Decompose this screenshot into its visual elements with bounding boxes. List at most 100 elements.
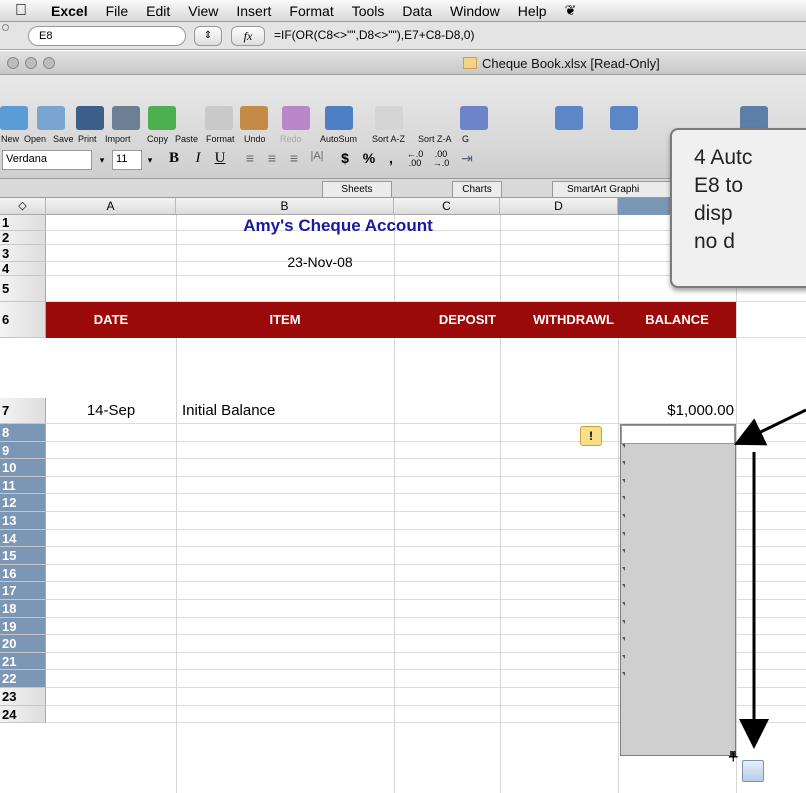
redo-icon[interactable]	[375, 106, 403, 130]
row-10-header[interactable]: 10	[0, 459, 46, 477]
menu-help[interactable]: Help	[509, 3, 556, 19]
row-18-header[interactable]: 18	[0, 600, 46, 618]
menu-view[interactable]: View	[179, 3, 227, 19]
column-a-header[interactable]: A	[46, 198, 176, 215]
tab-sheets[interactable]: Sheets	[322, 181, 392, 197]
close-button[interactable]	[7, 57, 19, 69]
menu-excel[interactable]: Excel	[42, 3, 97, 19]
cell-marker-icon	[622, 496, 625, 501]
align-center-icon[interactable]: ≡	[262, 150, 282, 170]
bold-button[interactable]: B	[164, 150, 184, 170]
format-painter-icon[interactable]	[282, 106, 310, 130]
apple-icon[interactable]: 	[0, 2, 42, 20]
toolbox-icon[interactable]	[740, 106, 768, 130]
select-all-icon[interactable]: ◇	[0, 198, 46, 215]
menu-tools[interactable]: Tools	[343, 3, 394, 19]
copy-label: Copy	[147, 134, 169, 144]
decrease-decimal-icon[interactable]: .00 →.0	[430, 150, 452, 170]
auto-fill-options-icon[interactable]	[742, 760, 764, 782]
underline-button[interactable]: U	[210, 150, 230, 170]
row-12-header[interactable]: 12	[0, 494, 46, 512]
row-5-header[interactable]: 5	[0, 276, 46, 302]
cell-marker-icon	[622, 478, 625, 483]
header-date: DATE	[93, 312, 129, 327]
row-6-header[interactable]: 6	[0, 302, 46, 338]
row-22-header[interactable]: 22	[0, 670, 46, 688]
name-box-stepper[interactable]: ⇕	[194, 26, 222, 46]
error-warning-icon[interactable]: !	[580, 426, 602, 446]
new-icon[interactable]	[0, 106, 28, 130]
minimize-button[interactable]	[25, 57, 37, 69]
cell-marker-icon	[622, 566, 625, 571]
print-label: Print	[78, 134, 97, 144]
row-4-header[interactable]: 4	[0, 262, 46, 276]
formula-input[interactable]: =IF(OR(C8<>"",D8<>""),E7+C8-D8,0)	[274, 28, 474, 42]
print-icon[interactable]	[112, 106, 140, 130]
increase-decimal-icon[interactable]: ←.0.00	[404, 150, 426, 170]
column-b-header[interactable]: B	[176, 198, 394, 215]
font-size-arrow-icon[interactable]: ▾	[144, 150, 156, 170]
zoom-button[interactable]	[43, 57, 55, 69]
cell-b7[interactable]: Initial Balance	[182, 402, 275, 419]
script-menu-icon[interactable]: ❦	[556, 2, 586, 19]
row-24-header[interactable]: 24	[0, 705, 46, 724]
row-17-header[interactable]: 17	[0, 582, 46, 600]
svg-text:+: +	[728, 747, 739, 767]
row-20-header[interactable]: 20	[0, 635, 46, 653]
cell-marker-icon	[622, 531, 625, 536]
row-1-header[interactable]: 1	[0, 215, 46, 231]
undo-icon[interactable]	[325, 106, 353, 130]
row-14-header[interactable]: 14	[0, 529, 46, 548]
row-21-header[interactable]: 21	[0, 652, 46, 671]
font-name-arrow-icon[interactable]: ▾	[96, 150, 108, 170]
align-right-icon[interactable]: ≡	[284, 150, 304, 170]
sort-za-icon[interactable]	[610, 106, 638, 130]
align-left-icon[interactable]: ≡	[240, 150, 260, 170]
name-box[interactable]: E8	[28, 26, 186, 46]
open-label: Open	[24, 134, 47, 144]
autosum-label: AutoSum	[320, 134, 358, 144]
menu-insert[interactable]: Insert	[227, 3, 280, 19]
font-size-select[interactable]: 11	[112, 150, 142, 170]
currency-button[interactable]: $	[336, 150, 354, 170]
row-7-header[interactable]: 7	[0, 398, 46, 424]
cell-a7[interactable]: 14-Sep	[46, 402, 176, 419]
column-c-header[interactable]: C	[394, 198, 500, 215]
row-9-header[interactable]: 9	[0, 441, 46, 460]
import-icon[interactable]	[148, 106, 176, 130]
row-16-header[interactable]: 16	[0, 564, 46, 583]
menu-file[interactable]: File	[97, 3, 138, 19]
indent-icon[interactable]: ⇥	[456, 150, 478, 170]
open-icon[interactable]	[37, 106, 65, 130]
resize-icon	[2, 24, 9, 31]
row-2-header[interactable]: 2	[0, 231, 46, 245]
menu-window[interactable]: Window	[441, 3, 509, 19]
row-11-header[interactable]: 11	[0, 476, 46, 495]
save-icon[interactable]	[76, 106, 104, 130]
cell-marker-icon	[622, 602, 625, 606]
row-8-header[interactable]: 8	[0, 424, 46, 442]
tab-charts[interactable]: Charts	[452, 181, 502, 197]
tab-smartart[interactable]: SmartArt Graphi	[552, 181, 672, 197]
menu-data[interactable]: Data	[393, 3, 441, 19]
paste-icon[interactable]	[240, 106, 268, 130]
row-3-header[interactable]: 3	[0, 245, 46, 262]
merge-icon[interactable]: |A|	[306, 150, 328, 170]
row-23-header[interactable]: 23	[0, 688, 46, 706]
column-d-header[interactable]: D	[500, 198, 618, 215]
row-15-header[interactable]: 15	[0, 547, 46, 565]
callout-line-1: 4 Autc	[694, 146, 753, 169]
italic-button[interactable]: I	[188, 150, 208, 170]
percent-button[interactable]: %	[360, 150, 378, 170]
function-button[interactable]: fx	[231, 26, 265, 46]
autosum-icon[interactable]	[460, 106, 488, 130]
row-19-header[interactable]: 19	[0, 617, 46, 636]
row-13-header[interactable]: 13	[0, 512, 46, 530]
menu-format[interactable]: Format	[280, 3, 342, 19]
font-name-select[interactable]: Verdana	[2, 150, 92, 170]
menu-edit[interactable]: Edit	[137, 3, 179, 19]
sort-az-icon[interactable]	[555, 106, 583, 130]
sort-za-label: Sort Z-A	[418, 134, 452, 144]
comma-button[interactable]: ,	[384, 150, 398, 170]
copy-icon[interactable]	[205, 106, 233, 130]
